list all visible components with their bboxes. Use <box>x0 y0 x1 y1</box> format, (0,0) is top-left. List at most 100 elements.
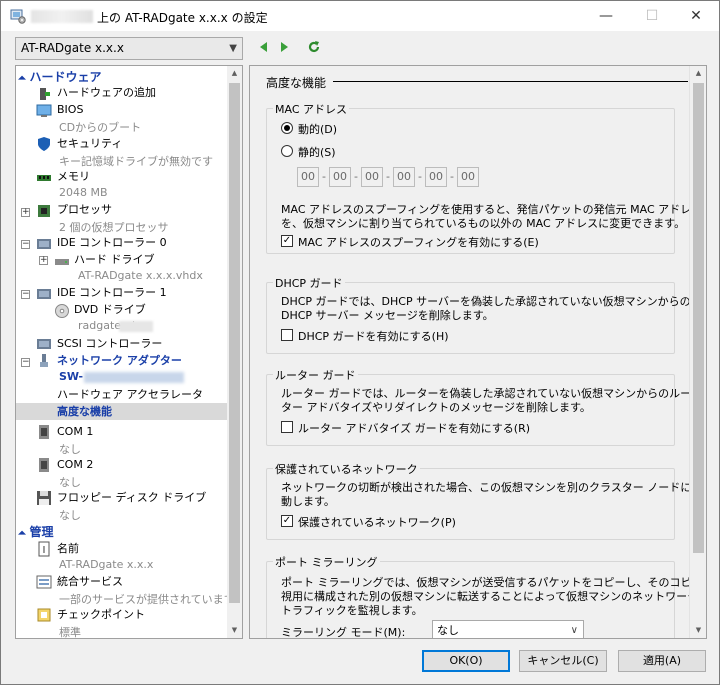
mirror-description-line3: トラフィックを監視します。 <box>281 604 423 617</box>
mac-separator: - <box>354 170 358 183</box>
tree-item-memory[interactable]: メモリ <box>57 169 90 185</box>
mirroring-mode-value: なし <box>437 624 459 637</box>
scroll-down-icon[interactable]: ▼ <box>691 626 706 634</box>
selected-row-highlight <box>16 403 228 420</box>
scroll-thumb[interactable] <box>693 83 704 553</box>
tree-item-dvd-drive[interactable]: DVD ドライブ <box>74 302 146 318</box>
apply-button[interactable]: 適用(A) <box>618 650 706 672</box>
tree-item-advanced-features[interactable]: 高度な機能 <box>57 404 112 420</box>
window-title: 上の AT-RADgate x.x.x の設定 <box>97 11 268 25</box>
memory-icon <box>37 175 51 181</box>
expand-icon[interactable]: + <box>21 208 30 217</box>
static-mac-radio[interactable] <box>281 145 293 157</box>
tree-item-add-hardware[interactable]: ハードウェアの追加 <box>57 85 156 101</box>
hard-drive-icon <box>55 259 69 265</box>
name-value: AT-RADgate x.x.x <box>59 558 154 571</box>
static-mac-label[interactable]: 静的(S) <box>298 144 336 160</box>
back-arrow-icon[interactable] <box>257 40 271 54</box>
mac-spoofing-checkbox[interactable]: ✓ <box>281 235 293 247</box>
collapse-icon: ⏶ <box>18 73 30 84</box>
management-section-header[interactable]: ⏶ 管理 <box>18 523 54 540</box>
collapse-icon[interactable]: − <box>21 240 30 249</box>
router-description-line2: ター アドバタイズやリダイレクトのメッセージを削除します。 <box>281 401 591 414</box>
integration-services-icon <box>36 575 52 589</box>
mirroring-mode-select[interactable]: なし ∨ <box>432 620 584 638</box>
bios-icon <box>36 104 52 117</box>
tree-item-hard-drive[interactable]: ハード ドライブ <box>74 252 155 268</box>
tree-item-floppy[interactable]: フロッピー ディスク ドライブ <box>57 490 206 506</box>
integration-services-value: 一部のサービスが提供されています <box>59 593 235 606</box>
tree-item-network-adapter[interactable]: ネットワーク アダプター <box>57 353 182 369</box>
tree-item-integration-services[interactable]: 統合サービス <box>57 574 123 590</box>
dynamic-mac-radio[interactable] <box>281 122 293 134</box>
maximize-button[interactable]: ☐ <box>629 1 675 31</box>
tree-item-bios[interactable]: BIOS <box>57 102 83 118</box>
processor-value: 2 個の仮想プロセッサ <box>59 221 169 234</box>
router-guard-checkbox[interactable] <box>281 421 293 433</box>
com-port-icon <box>39 425 49 439</box>
hardware-section-header[interactable]: ⏶ ハードウェア <box>18 68 102 85</box>
dynamic-mac-label[interactable]: 動的(D) <box>298 121 337 137</box>
cancel-button[interactable]: キャンセル(C) <box>519 650 607 672</box>
advanced-features-panel: 高度な機能 MAC アドレス 動的(D) 静的(S) MAC アドレスのスプーフ… <box>249 65 707 639</box>
bios-value: CDからのブート <box>59 121 142 134</box>
protected-description-line1: ネットワークの切断が検出された場合、この仮想マシンを別のクラスター ノードに移 <box>281 481 703 494</box>
expand-icon[interactable]: + <box>39 256 48 265</box>
add-hardware-icon <box>40 88 50 100</box>
details-scrollbar[interactable]: ▲ ▼ <box>689 66 706 638</box>
collapse-icon[interactable]: − <box>21 358 30 367</box>
scroll-thumb[interactable] <box>229 83 240 603</box>
tree-item-processor[interactable]: プロセッサ <box>57 202 112 218</box>
forward-arrow-icon[interactable] <box>277 40 291 54</box>
tree-item-scsi[interactable]: SCSI コントローラー <box>57 336 162 352</box>
chevron-down-icon: ∨ <box>570 625 578 636</box>
tree-scrollbar[interactable]: ▲ ▼ <box>227 66 242 638</box>
com1-value: なし <box>59 443 81 456</box>
mirror-group-title: ポート ミラーリング <box>273 554 380 570</box>
dhcp-description-line2: DHCP サーバー メッセージを削除します。 <box>281 309 494 322</box>
protected-description-line2: 動します。 <box>281 495 335 508</box>
refresh-icon[interactable] <box>307 40 321 54</box>
settings-window: 上の AT-RADgate x.x.x の設定 — ☐ ✕ AT-RADgate… <box>0 0 720 685</box>
mac-group-title: MAC アドレス <box>273 101 349 117</box>
tree-item-com2[interactable]: COM 2 <box>57 457 93 473</box>
tree-item-name[interactable]: 名前 <box>57 541 79 557</box>
mac-octet-1: 00 <box>297 167 319 187</box>
tree-item-checkpoints[interactable]: チェックポイント <box>57 607 145 623</box>
protected-network-checkbox[interactable]: ✓ <box>281 515 293 527</box>
close-button[interactable]: ✕ <box>673 1 719 31</box>
vm-select[interactable]: AT-RADgate x.x.x ▼ <box>15 37 243 60</box>
tree-item-ide-0[interactable]: IDE コントローラー 0 <box>57 235 167 251</box>
network-adapter-icon <box>40 354 48 367</box>
scroll-up-icon[interactable]: ▲ <box>227 69 242 77</box>
collapse-icon[interactable]: − <box>21 290 30 299</box>
minimize-button[interactable]: — <box>583 1 629 31</box>
network-adapter-value: SW- <box>59 370 84 383</box>
processor-icon <box>38 205 50 217</box>
mac-separator: - <box>450 170 454 183</box>
checkpoints-value: 標準 <box>59 626 81 639</box>
collapse-icon: ⏶ <box>18 528 30 539</box>
tree-item-hardware-acceleration[interactable]: ハードウェア アクセラレータ <box>57 387 203 403</box>
scroll-up-icon[interactable]: ▲ <box>691 69 706 77</box>
dhcp-guard-checkbox[interactable] <box>281 329 293 341</box>
tree-item-ide-1[interactable]: IDE コントローラー 1 <box>57 285 167 301</box>
scsi-icon <box>37 339 51 349</box>
protected-network-label[interactable]: 保護されているネットワーク(P) <box>298 514 456 530</box>
page-title: 高度な機能 <box>266 76 327 90</box>
tree-item-com1[interactable]: COM 1 <box>57 424 93 440</box>
router-guard-label[interactable]: ルーター アドバタイズ ガードを有効にする(R) <box>298 420 530 436</box>
tree-item-security[interactable]: セキュリティ <box>57 136 122 152</box>
checkpoint-icon <box>37 608 51 622</box>
ok-button[interactable]: OK(O) <box>422 650 510 672</box>
floppy-icon <box>37 491 51 505</box>
dhcp-guard-label[interactable]: DHCP ガードを有効にする(H) <box>298 328 449 344</box>
security-value: キー記憶域ドライブが無効です <box>59 155 213 168</box>
floppy-value: なし <box>59 509 81 522</box>
mac-octet-3: 00 <box>361 167 383 187</box>
mirroring-mode-label: ミラーリング モード(M): <box>281 626 406 639</box>
mac-spoofing-label[interactable]: MAC アドレスのスプーフィングを有効にする(E) <box>298 234 539 250</box>
svg-text:I: I <box>43 545 46 556</box>
mac-octet-2: 00 <box>329 167 351 187</box>
scroll-down-icon[interactable]: ▼ <box>227 626 242 634</box>
